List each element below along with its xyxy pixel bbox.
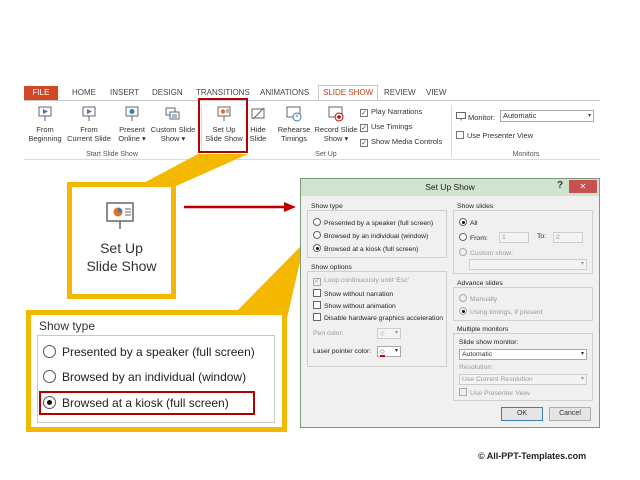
check-icon: ✓ [313, 278, 321, 286]
close-button[interactable]: ✕ [569, 180, 597, 193]
radio-button [313, 218, 321, 226]
custom-show-label: Custom show: [470, 250, 514, 257]
setup-callout-caption: Set Up Slide Show [72, 239, 171, 275]
checkbox-box [313, 301, 321, 309]
radio-button-selected [43, 396, 56, 409]
loop-label: Loop continuously until 'Esc' [324, 277, 409, 284]
setup-callout-line-1: Set Up [100, 240, 143, 256]
advance-timings-option[interactable]: Using timings, if present [459, 307, 543, 316]
pen-color-picker[interactable]: ◇ ▾ [377, 328, 401, 339]
show-type-callout-title: Show type [39, 319, 96, 333]
no-animation-checkbox[interactable]: Show without animation [313, 301, 396, 310]
resolution-label: Resolution: [459, 364, 494, 371]
callout-option-speaker[interactable]: Presented by a speaker (full screen) [43, 345, 255, 359]
slide-show-monitor-value: Automatic [462, 351, 493, 358]
show-slides-title: Show slides [457, 203, 494, 210]
help-button[interactable]: ? [557, 180, 563, 191]
ok-button[interactable]: OK [501, 407, 543, 421]
radio-button [459, 294, 467, 302]
advance-timings-label: Using timings, if present [470, 309, 543, 316]
set-up-show-dialog: Set Up Show ? ✕ Show type Presented by a… [300, 178, 600, 428]
copyright-notice: © All-PPT-Templates.com [478, 451, 587, 461]
slides-all-label: All [470, 220, 478, 227]
chevron-down-icon: ▾ [580, 376, 584, 382]
chevron-down-icon: ▾ [580, 351, 584, 357]
radio-button [313, 231, 321, 239]
slides-from-option[interactable]: From: [459, 233, 488, 242]
checkbox-box [459, 388, 467, 396]
slides-from-label: From: [470, 235, 488, 242]
paint-bucket-icon: ◇ [380, 331, 385, 337]
slides-to-input[interactable]: 2 [553, 232, 583, 243]
setup-callout-zoom: Set Up Slide Show [67, 182, 176, 299]
cancel-button[interactable]: Cancel [549, 407, 591, 421]
radio-button [43, 370, 56, 383]
chevron-down-icon: ▾ [394, 348, 398, 354]
slide-show-monitor-select[interactable]: Automatic ▾ [459, 349, 587, 360]
chevron-down-icon: ▾ [580, 261, 584, 267]
custom-show-option[interactable]: Custom show: [459, 248, 513, 257]
setup-callout-line-2: Slide Show [86, 258, 157, 274]
pen-color-label: Pen color: [313, 330, 344, 337]
option-kiosk-label: Browsed at a kiosk (full screen) [324, 246, 419, 253]
callout-option-speaker-label: Presented by a speaker (full screen) [62, 345, 255, 359]
laser-color-label: Laser pointer color: [313, 348, 372, 355]
show-type-title: Show type [311, 203, 343, 210]
setup-slide-show-icon [106, 202, 134, 229]
show-options-title: Show options [311, 264, 352, 271]
loop-checkbox[interactable]: ✓ Loop continuously until 'Esc' [313, 277, 409, 286]
option-individual[interactable]: Browsed by an individual (window) [313, 231, 428, 240]
show-type-callout-zoom: Show type Presented by a speaker (full s… [26, 310, 287, 432]
resolution-select[interactable]: Use Current Resolution ▾ [459, 374, 587, 385]
callout-option-kiosk[interactable]: Browsed at a kiosk (full screen) [43, 396, 229, 410]
option-kiosk[interactable]: Browsed at a kiosk (full screen) [313, 244, 418, 253]
no-narration-checkbox[interactable]: Show without narration [313, 289, 393, 298]
no-animation-label: Show without animation [324, 303, 396, 310]
paint-bucket-icon: ◇ [380, 349, 385, 357]
radio-button [459, 248, 467, 256]
resolution-value: Use Current Resolution [462, 376, 533, 383]
slides-to-label: To: [537, 233, 547, 240]
slides-all-option[interactable]: All [459, 218, 478, 227]
dialog-presenter-view-checkbox[interactable]: Use Presenter View [459, 388, 530, 397]
radio-button-selected [313, 244, 321, 252]
no-narration-label: Show without narration [324, 291, 394, 298]
slides-from-value: 1 [502, 234, 506, 241]
multiple-monitors-title: Multiple monitors [457, 326, 509, 333]
radio-button-selected [459, 218, 467, 226]
option-individual-label: Browsed by an individual (window) [324, 233, 429, 240]
chevron-down-icon: ▾ [394, 330, 398, 336]
slides-from-input[interactable]: 1 [499, 232, 529, 243]
checkbox-box [313, 313, 321, 321]
slides-to-value: 2 [556, 234, 560, 241]
slide-show-monitor-label: Slide show monitor: [459, 339, 519, 346]
callout-option-individual-label: Browsed by an individual (window) [62, 370, 247, 384]
custom-show-select[interactable]: ▾ [469, 259, 587, 270]
advance-manually-label: Manually [470, 296, 498, 303]
advance-manually-option[interactable]: Manually [459, 294, 497, 303]
dialog-titlebar: Set Up Show ? ✕ [301, 179, 599, 196]
dialog-presenter-view-label: Use Presenter View [470, 390, 530, 397]
no-hw-accel-label: Disable hardware graphics acceleration [324, 315, 444, 322]
radio-button [43, 345, 56, 358]
dialog-title: Set Up Show [425, 182, 475, 192]
callout-option-individual[interactable]: Browsed by an individual (window) [43, 370, 246, 384]
radio-button [459, 233, 467, 241]
advance-slides-title: Advance slides [457, 280, 503, 287]
large-callout-beam [230, 247, 300, 318]
option-speaker-label: Presented by a speaker (full screen) [324, 220, 434, 227]
option-speaker[interactable]: Presented by a speaker (full screen) [313, 218, 433, 227]
radio-button-selected [459, 307, 467, 315]
callout-option-kiosk-label: Browsed at a kiosk (full screen) [62, 396, 229, 410]
laser-color-picker[interactable]: ◇ ▾ [377, 346, 401, 357]
no-hw-accel-checkbox[interactable]: Disable hardware graphics acceleration [313, 313, 443, 322]
checkbox-box [313, 289, 321, 297]
red-arrow-head [284, 202, 296, 212]
